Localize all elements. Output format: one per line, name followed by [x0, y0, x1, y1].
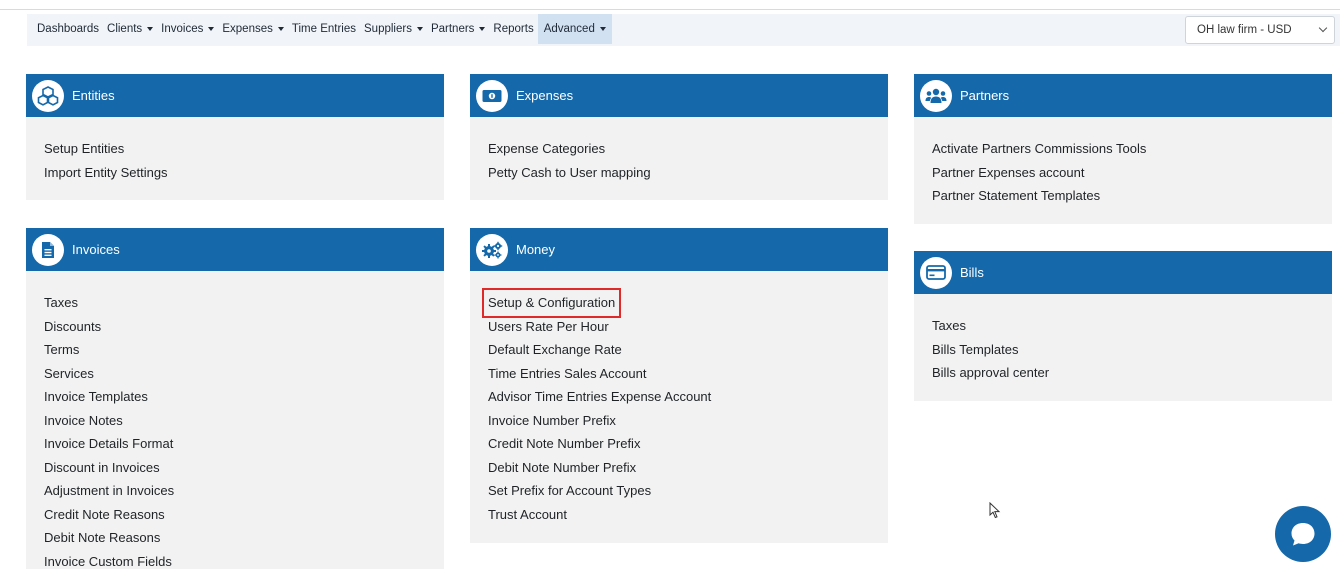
nav-item-label: Advanced — [543, 23, 595, 35]
main-navbar: Dashboards Clients Invoices Expenses Time En… — [27, 14, 1340, 46]
card-link[interactable]: Invoice Number Prefix — [488, 409, 616, 433]
card-bills: Bills Taxes Bills Templates Bills approval… — [914, 251, 1332, 401]
card-link[interactable]: Invoice Custom Fields — [44, 550, 172, 569]
card-link[interactable]: Advisor Time Entries Expense Account — [488, 385, 711, 409]
nav-item-label: Reports — [493, 23, 534, 35]
card-link[interactable]: Services — [44, 362, 94, 386]
card-entities-header: Entities — [26, 74, 444, 117]
card-link[interactable]: Invoice Details Format — [44, 432, 173, 456]
card-link[interactable]: Taxes — [932, 314, 966, 338]
card-link[interactable]: Users Rate Per Hour — [488, 315, 609, 339]
money-bill-icon — [476, 79, 508, 112]
card-link[interactable]: Import Entity Settings — [44, 161, 168, 185]
card-link[interactable]: Discounts — [44, 315, 101, 339]
card-link[interactable]: Set Prefix for Account Types — [488, 479, 651, 503]
nav-item-advanced[interactable]: Advanced — [537, 14, 612, 44]
cubes-icon — [32, 79, 64, 112]
card-money: Money Setup & Configuration Users Rate Pe… — [470, 228, 888, 543]
nav-item-label: Dashboards — [37, 23, 100, 35]
card-money-header: Money — [470, 228, 888, 271]
card-link[interactable]: Bills Templates — [932, 338, 1018, 362]
card-invoices: Invoices Taxes Discounts Terms Services Invo… — [26, 228, 444, 569]
caret-down-icon — [208, 27, 215, 31]
card-links: Setup Entities Import Entity Settings — [26, 117, 444, 184]
company-currency-value: OH law firm - USD — [1197, 24, 1292, 36]
mouse-cursor-icon — [989, 501, 1001, 524]
card-partners-header: Partners — [914, 74, 1332, 117]
card-entities: Entities Setup Entities Import Entity Set… — [26, 74, 444, 200]
nav-item-time-entries[interactable]: Time Entries — [288, 14, 360, 44]
card-link[interactable]: Setup Entities — [44, 137, 124, 161]
card-link[interactable]: Petty Cash to User mapping — [488, 161, 651, 185]
card-links: Activate Partners Commissions Tools Partn… — [914, 117, 1332, 208]
card-link[interactable]: Debit Note Number Prefix — [488, 456, 636, 480]
card-title: Entities — [72, 88, 115, 103]
caret-down-icon — [479, 27, 486, 31]
caret-down-icon — [277, 27, 284, 31]
card-link[interactable]: Activate Partners Commissions Tools — [932, 137, 1146, 161]
card-link[interactable]: Time Entries Sales Account — [488, 362, 646, 386]
caret-down-icon — [416, 27, 423, 31]
company-currency-select[interactable]: OH law firm - USD — [1185, 16, 1335, 44]
card-title: Invoices — [72, 242, 120, 257]
credit-card-icon — [920, 256, 952, 289]
card-expenses-header: Expenses — [470, 74, 888, 117]
card-link[interactable]: Partner Expenses account — [932, 161, 1084, 185]
card-links: Taxes Bills Templates Bills approval cente… — [914, 294, 1332, 385]
card-partners: Partners Activate Partners Commissions T… — [914, 74, 1332, 224]
card-link[interactable]: Debit Note Reasons — [44, 526, 160, 550]
card-link[interactable]: Credit Note Number Prefix — [488, 432, 640, 456]
card-expenses: Expenses Expense Categories Petty Cash to… — [470, 74, 888, 200]
file-invoice-icon — [32, 233, 64, 266]
nav-item-label: Clients — [107, 23, 143, 35]
cogs-icon — [476, 233, 508, 266]
card-title: Partners — [960, 88, 1010, 103]
card-link[interactable]: Credit Note Reasons — [44, 503, 165, 527]
nav-item-label: Partners — [430, 23, 475, 35]
card-links: Expense Categories Petty Cash to User map… — [470, 117, 888, 184]
chat-icon — [1291, 523, 1315, 546]
chat-widget-button[interactable] — [1275, 506, 1331, 562]
card-title: Money — [516, 242, 556, 257]
card-link[interactable]: Bills approval center — [932, 361, 1049, 385]
card-link[interactable]: Invoice Notes — [44, 409, 123, 433]
card-link[interactable]: Default Exchange Rate — [488, 338, 622, 362]
card-link[interactable]: Setup & Configuration — [481, 288, 622, 318]
card-links: Taxes Discounts Terms Services Invoice Templ… — [26, 271, 444, 569]
nav-item-expenses[interactable]: Expenses — [218, 14, 288, 44]
card-title: Bills — [960, 265, 984, 280]
top-divider — [0, 9, 1340, 10]
nav-menu: Dashboards Clients Invoices Expenses Time En… — [33, 14, 612, 44]
caret-down-icon — [599, 27, 606, 31]
nav-item-reports[interactable]: Reports — [489, 14, 537, 44]
caret-down-icon — [147, 27, 154, 31]
chevron-down-icon — [1318, 23, 1328, 33]
nav-item-suppliers[interactable]: Suppliers — [360, 14, 427, 44]
card-link[interactable]: Taxes — [44, 291, 78, 315]
nav-item-dashboards[interactable]: Dashboards — [33, 14, 103, 44]
card-link[interactable]: Discount in Invoices — [44, 456, 160, 480]
nav-item-label: Invoices — [161, 23, 204, 35]
card-link[interactable]: Invoice Templates — [44, 385, 148, 409]
nav-item-label: Expenses — [222, 23, 273, 35]
card-title: Expenses — [516, 88, 574, 103]
nav-item-clients[interactable]: Clients — [103, 14, 157, 44]
card-link[interactable]: Terms — [44, 338, 79, 362]
card-links: Setup & Configuration Users Rate Per Hour… — [470, 271, 888, 526]
nav-item-label: Suppliers — [364, 23, 412, 35]
card-link[interactable]: Trust Account — [488, 503, 567, 527]
nav-item-invoices[interactable]: Invoices — [157, 14, 218, 44]
nav-item-label: Time Entries — [291, 23, 356, 35]
card-link[interactable]: Partner Statement Templates — [932, 184, 1100, 208]
users-icon — [920, 79, 952, 112]
card-link[interactable]: Expense Categories — [488, 137, 605, 161]
card-invoices-header: Invoices — [26, 228, 444, 271]
card-bills-header: Bills — [914, 251, 1332, 294]
card-link[interactable]: Adjustment in Invoices — [44, 479, 174, 503]
nav-item-partners[interactable]: Partners — [427, 14, 489, 44]
